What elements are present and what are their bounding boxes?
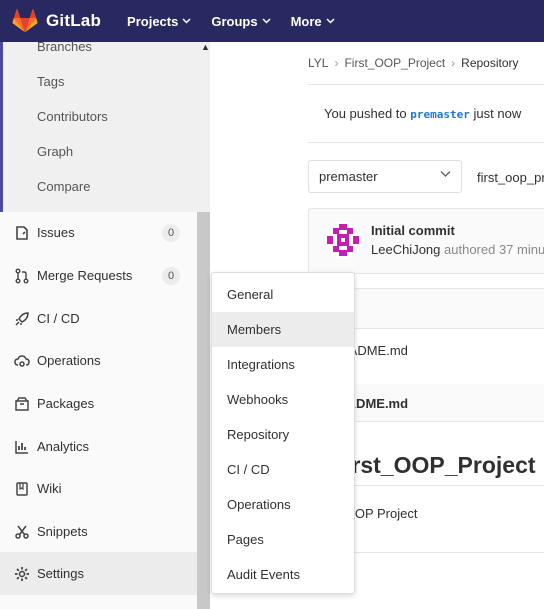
nav-projects-label: Projects xyxy=(127,13,179,29)
settings-flyout-menu: General Members Integrations Webhooks Re… xyxy=(211,272,355,594)
gitlab-tanuki-icon xyxy=(12,9,38,33)
nav-menu: Projects Groups More xyxy=(127,14,355,29)
breadcrumb: LYL › First_OOP_Project › Repository xyxy=(308,56,519,70)
flyout-item-integrations[interactable]: Integrations xyxy=(212,347,354,382)
chevron-down-icon xyxy=(182,18,191,24)
sidebar-item-label: Issues xyxy=(37,225,75,240)
gear-icon xyxy=(14,566,30,582)
issues-icon xyxy=(14,225,30,241)
sidebar-item-analytics[interactable]: Analytics xyxy=(0,425,197,468)
sidebar-item-label: Snippets xyxy=(37,524,88,539)
sidebar-subitem-branches[interactable]: Branches xyxy=(37,39,92,54)
push-notice-text: You pushed to premaster just now xyxy=(324,106,521,121)
scroll-up-arrow-icon[interactable]: ▲ xyxy=(201,42,210,52)
sidebar-subitem-tags[interactable]: Tags xyxy=(37,74,64,89)
package-icon xyxy=(14,396,30,412)
chevron-down-icon xyxy=(326,18,335,24)
sidebar-item-ci-cd[interactable]: CI / CD xyxy=(0,297,197,340)
push-notice: You pushed to premaster just now xyxy=(308,86,544,142)
flyout-item-audit-events[interactable]: Audit Events xyxy=(212,557,354,592)
sidebar-item-label: CI / CD xyxy=(37,311,80,326)
repository-submenu: Branches Tags Contributors Graph Compare… xyxy=(0,39,210,212)
sidebar-scrollbar[interactable] xyxy=(197,212,210,609)
merge-requests-count-badge: 0 xyxy=(162,267,180,285)
flyout-item-ci-cd[interactable]: CI / CD xyxy=(212,452,354,487)
project-sidebar: Branches Tags Contributors Graph Compare… xyxy=(0,39,210,609)
commit-author-line: LeeChiJong authored 37 minu xyxy=(371,242,544,257)
sidebar-item-packages[interactable]: Packages xyxy=(0,382,197,425)
sidebar-subitem-graph[interactable]: Graph xyxy=(37,144,73,159)
push-notice-suffix: just now xyxy=(473,106,522,121)
chevron-down-icon xyxy=(262,18,271,24)
sidebar-item-label: Operations xyxy=(37,353,101,368)
avatar[interactable] xyxy=(325,222,361,258)
rocket-icon xyxy=(14,311,30,327)
commit-meta: authored 37 minu xyxy=(444,242,544,257)
push-notice-branch[interactable]: premaster xyxy=(410,108,470,121)
commit-author-link[interactable]: LeeChiJong xyxy=(371,242,440,257)
sidebar-subitem-compare[interactable]: Compare xyxy=(37,179,90,194)
flyout-item-webhooks[interactable]: Webhooks xyxy=(212,382,354,417)
breadcrumb-namespace[interactable]: LYL xyxy=(308,56,328,70)
sidebar-item-label: Wiki xyxy=(37,481,62,496)
chevron-right-icon: › xyxy=(334,56,339,70)
sidebar-item-issues[interactable]: Issues 0 xyxy=(0,211,197,254)
sidebar-item-label: Settings xyxy=(37,566,84,581)
book-icon xyxy=(14,481,30,497)
sidebar-item-operations[interactable]: Operations xyxy=(0,339,197,382)
breadcrumb-current[interactable]: Repository xyxy=(461,56,518,70)
issues-count-badge: 0 xyxy=(162,224,180,242)
readme-title: First_OOP_Project xyxy=(331,452,536,478)
sidebar-item-label: Analytics xyxy=(37,439,90,454)
sidebar-item-wiki[interactable]: Wiki xyxy=(0,467,197,510)
gitlab-logo[interactable]: GitLab xyxy=(12,9,101,33)
last-commit-panel: Initial commit LeeChiJong authored 37 mi… xyxy=(308,208,544,274)
sidebar-item-settings[interactable]: Settings xyxy=(0,552,197,595)
push-notice-prefix: You pushed to xyxy=(324,106,407,121)
cloud-gear-icon xyxy=(14,353,30,369)
branch-dropdown-value: premaster xyxy=(319,169,378,184)
top-navbar: GitLab Projects Groups More xyxy=(0,0,544,42)
flyout-item-general[interactable]: General xyxy=(212,277,354,312)
flyout-item-repository[interactable]: Repository xyxy=(212,417,354,452)
breadcrumb-project[interactable]: First_OOP_Project xyxy=(344,56,445,70)
flyout-item-pages[interactable]: Pages xyxy=(212,522,354,557)
sidebar-item-label: Merge Requests xyxy=(37,268,133,283)
brand-name: GitLab xyxy=(46,11,102,30)
divider xyxy=(308,84,544,85)
nav-projects[interactable]: Projects xyxy=(127,14,191,29)
repo-path-link[interactable]: first_oop_pr xyxy=(477,170,544,185)
commit-title-link[interactable]: Initial commit xyxy=(371,223,455,238)
flyout-item-members[interactable]: Members xyxy=(212,312,354,347)
flyout-item-operations[interactable]: Operations xyxy=(212,487,354,522)
chart-icon xyxy=(14,439,30,455)
sidebar-item-merge-requests[interactable]: Merge Requests 0 xyxy=(0,254,197,297)
chevron-down-icon xyxy=(440,171,451,177)
nav-more-label: More xyxy=(290,13,322,29)
sidebar-item-snippets[interactable]: Snippets xyxy=(0,510,197,553)
sidebar-item-label: Packages xyxy=(37,396,95,411)
branch-dropdown[interactable]: premaster xyxy=(308,160,462,193)
divider xyxy=(308,142,544,143)
merge-request-icon xyxy=(14,268,30,284)
chevron-right-icon: › xyxy=(451,56,456,70)
divider xyxy=(331,485,544,486)
scissors-icon xyxy=(14,524,30,540)
nav-groups[interactable]: Groups xyxy=(211,13,271,29)
nav-groups-label: Groups xyxy=(211,13,258,29)
sidebar-subitem-contributors[interactable]: Contributors xyxy=(37,109,108,124)
nav-more[interactable]: More xyxy=(291,14,335,29)
